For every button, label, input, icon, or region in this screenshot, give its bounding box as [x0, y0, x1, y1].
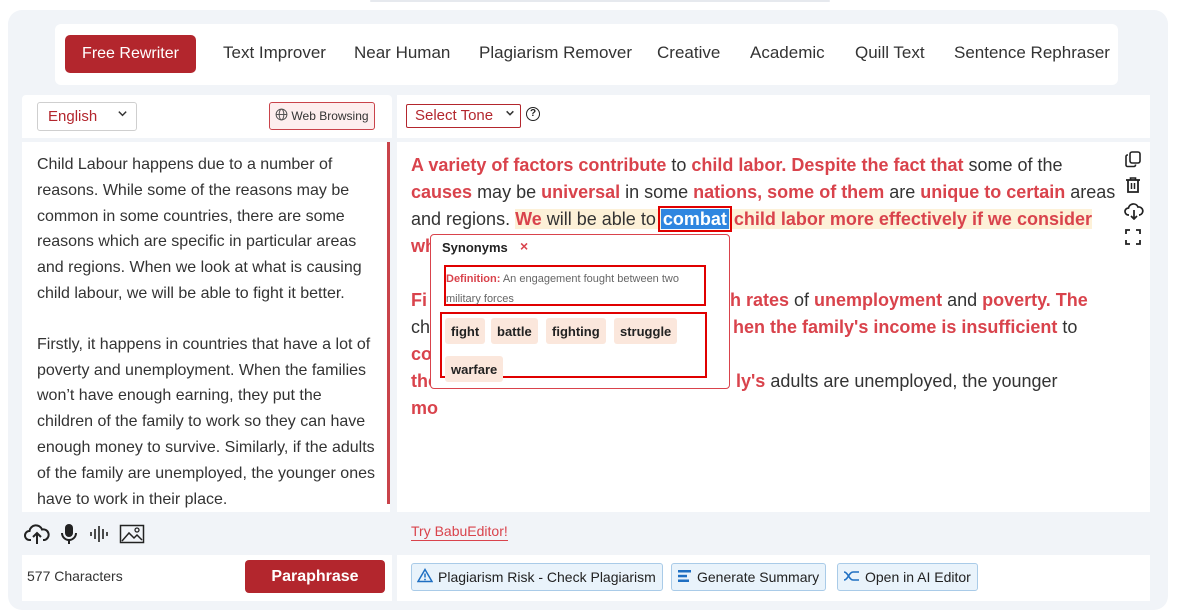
summary-lines-icon	[677, 569, 692, 586]
ai-editor-icon	[843, 569, 860, 586]
unchanged-text: some of the	[963, 155, 1063, 175]
scrollbar[interactable]	[387, 142, 390, 504]
changed-phrase[interactable]: nations, some of them	[693, 182, 884, 202]
output-actions	[1124, 150, 1144, 246]
upload-cloud-icon[interactable]	[24, 522, 50, 546]
microphone-icon[interactable]	[59, 522, 79, 546]
changed-phrase[interactable]: poverty. The	[982, 290, 1088, 310]
unchanged-text: may be	[472, 182, 542, 202]
unchanged-text: will be able to	[541, 209, 661, 229]
chevron-down-icon	[117, 107, 128, 122]
tab-free-rewriter[interactable]: Free Rewriter	[65, 35, 196, 73]
unchanged-text: of	[789, 290, 815, 310]
changed-phrase[interactable]: ly's	[736, 371, 765, 391]
changed-phrase[interactable]: causes	[411, 182, 472, 202]
input-editor[interactable]: Child Labour happens due to a number of …	[22, 142, 390, 512]
definition-box: Definition: An engagement fought between…	[444, 265, 706, 306]
input-paragraph: Child Labour happens due to a number of …	[37, 156, 362, 302]
audio-wave-icon[interactable]	[88, 523, 110, 545]
changed-phrase[interactable]: universal	[541, 182, 620, 202]
unchanged-text: are	[884, 182, 921, 202]
top-divider	[370, 0, 830, 2]
changed-phrase[interactable]: We	[515, 209, 542, 229]
check-plagiarism-button[interactable]: Plagiarism Risk - Check Plagiarism	[411, 563, 663, 591]
close-icon[interactable]: ×	[520, 238, 528, 254]
tab-academic[interactable]: Academic	[750, 43, 825, 63]
unchanged-text: and	[942, 290, 983, 310]
character-count: 577 Characters	[27, 568, 123, 584]
unchanged-text: ch	[411, 317, 431, 337]
generate-summary-button[interactable]: Generate Summary	[671, 563, 827, 591]
copy-icon[interactable]	[1124, 150, 1144, 168]
paraphrase-button[interactable]: Paraphrase	[245, 560, 385, 593]
changed-phrase[interactable]: hen the family's income is insufficient	[733, 317, 1057, 337]
open-ai-editor-button[interactable]: Open in AI Editor	[837, 563, 978, 591]
check-plagiarism-label: Plagiarism Risk - Check Plagiarism	[438, 569, 656, 585]
help-icon[interactable]: ?	[526, 107, 540, 121]
tab-text-improver[interactable]: Text Improver	[223, 43, 326, 63]
tone-select[interactable]: Select Tone	[406, 104, 521, 128]
synonym-chip[interactable]: fight	[445, 318, 486, 344]
language-selected: English	[48, 108, 98, 125]
unchanged-text: to	[666, 155, 692, 175]
output-toolbar: Select Tone ?	[397, 95, 1150, 138]
web-browsing-label: Web Browsing	[291, 109, 369, 123]
synonyms-popup: Synonyms × Definition: An engagement fou…	[430, 234, 730, 389]
changed-phrase[interactable]: child labor. Despite the fact that	[691, 155, 963, 175]
tab-creative[interactable]: Creative	[657, 43, 720, 63]
tab-sentence-rephraser[interactable]: Sentence Rephraser	[954, 43, 1110, 63]
input-toolbar: English Web Browsing	[22, 95, 392, 138]
language-select[interactable]: English	[37, 102, 137, 131]
input-tools	[24, 520, 145, 548]
output-footer: Plagiarism Risk - Check Plagiarism Gener…	[397, 555, 1150, 601]
changed-phrase[interactable]: child labor more effectively if we consi…	[729, 209, 1092, 229]
unchanged-text: adults are unemployed, the younger	[765, 371, 1058, 391]
synonyms-title: Synonyms	[442, 240, 508, 255]
changed-phrase[interactable]: unique to certain	[920, 182, 1065, 202]
tab-quill-text[interactable]: Quill Text	[855, 43, 925, 63]
tone-selected: Select Tone	[415, 107, 494, 124]
synonym-chip[interactable]: battle	[491, 318, 538, 344]
changed-phrase[interactable]: mo	[411, 398, 438, 418]
changed-phrase[interactable]: Fi	[411, 290, 427, 310]
input-paragraph: Firstly, it happens in countries that ha…	[37, 335, 375, 508]
input-footer: 577 Characters Paraphrase	[22, 555, 392, 601]
globe-icon	[275, 108, 288, 124]
synonym-chip[interactable]: fighting	[546, 318, 606, 344]
trash-icon[interactable]	[1124, 176, 1144, 194]
synonym-chip[interactable]: warfare	[445, 356, 504, 382]
synonym-list: fight battle fighting struggle warfare	[440, 312, 707, 382]
try-babueditor-link[interactable]: Try BabuEditor!	[411, 523, 508, 541]
fullscreen-icon[interactable]	[1124, 228, 1144, 246]
unchanged-text: in some	[620, 182, 694, 202]
download-cloud-icon[interactable]	[1124, 202, 1144, 220]
selected-word[interactable]: combat	[657, 206, 732, 232]
synonym-chip[interactable]: struggle	[614, 318, 678, 344]
tab-plagiarism-remover[interactable]: Plagiarism Remover	[479, 43, 632, 63]
generate-summary-label: Generate Summary	[697, 569, 820, 585]
warning-icon	[416, 568, 434, 586]
changed-phrase[interactable]: unemployment	[814, 290, 942, 310]
changed-phrase[interactable]: A variety of factors contribute	[411, 155, 666, 175]
chevron-down-icon	[505, 108, 515, 121]
input-text[interactable]: Child Labour happens due to a number of …	[37, 152, 377, 512]
image-icon[interactable]	[119, 524, 145, 544]
unchanged-text: to	[1057, 317, 1078, 337]
open-ai-editor-label: Open in AI Editor	[865, 569, 971, 585]
tab-near-human[interactable]: Near Human	[354, 43, 450, 63]
mode-tabs: Free Rewriter Text Improver Near Human P…	[55, 24, 1118, 85]
definition-label: Definition:	[446, 273, 501, 285]
web-browsing-button[interactable]: Web Browsing	[269, 102, 375, 130]
